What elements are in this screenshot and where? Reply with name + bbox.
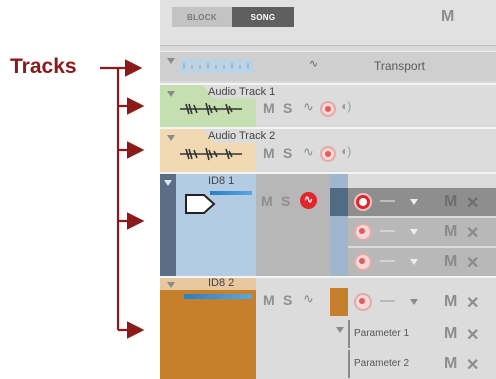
lane-dash: — [380,252,395,269]
solo-button[interactable]: S [283,145,292,161]
lane-mute-button[interactable]: M [444,223,457,241]
lane-mute-button[interactable]: M [444,293,457,311]
parameter-name: Parameter 2 [354,358,410,369]
expand-triangle-icon[interactable] [167,135,175,141]
parameter-name: Parameter 1 [354,328,410,339]
id8-track-1[interactable]: ID8 1 M S ∿ — M ✕ — M ✕ — M ✕ [160,172,496,276]
expand-triangle-icon[interactable] [167,282,175,288]
automation-icon[interactable]: ∿ [309,57,318,70]
dropdown-icon[interactable] [410,229,418,235]
mute-button[interactable]: M [263,100,275,116]
audio-track-2[interactable]: Audio Track 2 M S ∿ ◖) [160,127,496,172]
lane-dash: — [380,192,395,209]
lane-gutter-top [330,188,348,216]
expand-triangle-icon[interactable] [336,327,344,333]
level-meter [184,294,252,299]
automation-icon[interactable]: ∿ [303,99,314,115]
close-icon[interactable]: ✕ [466,293,479,313]
transport-track[interactable]: ∿ Transport [160,51,496,81]
automation-active-icon[interactable]: ∿ [300,192,317,209]
transport-name: Transport [374,59,425,73]
close-icon[interactable]: ✕ [466,325,479,345]
record-icon[interactable] [354,293,372,311]
waveform-icon [180,147,242,161]
lane-dash: — [380,292,395,309]
automation-icon[interactable]: ∿ [303,291,314,307]
instrument-lane[interactable]: — M ✕ [348,288,496,316]
instrument-lane[interactable]: — M ✕ [348,248,496,276]
song-mode-button[interactable]: SONG [232,7,294,27]
solo-button[interactable]: S [281,193,290,209]
lane-mute-button[interactable]: M [444,325,457,343]
instrument-lane[interactable]: — M ✕ [348,218,496,246]
id8-track-2[interactable]: ID8 2 M S ∿ — M ✕ Parameter 1 M ✕ Parame… [160,276,496,379]
waveform-icon [180,102,242,116]
arrange-toolbar: BLOCK SONG M [160,0,496,46]
lane-mute-button[interactable]: M [444,193,457,211]
track-name: Audio Track 1 [208,86,276,98]
parameter-lane[interactable]: Parameter 2 M ✕ [348,350,496,378]
track-name: ID8 2 [208,277,235,289]
mute-button[interactable]: M [261,193,273,209]
mute-button[interactable]: M [263,292,275,308]
solo-button[interactable]: S [283,292,292,308]
callout-arrows [100,59,145,339]
speaker-icon[interactable]: ◖) [340,99,351,113]
record-icon[interactable] [354,223,372,241]
mute-button[interactable]: M [263,145,275,161]
close-icon[interactable]: ✕ [466,253,479,273]
solo-button[interactable]: S [283,100,292,116]
lane-dash: — [380,222,395,239]
track-list-panel: BLOCK SONG M ∿ Transport Audio Track 1 M… [160,0,496,379]
track-name: ID8 1 [208,175,235,187]
expand-triangle-icon[interactable] [167,91,175,97]
block-mode-button[interactable]: BLOCK [172,7,232,27]
instrument-plug-icon[interactable] [184,193,216,215]
dropdown-icon[interactable] [410,299,418,305]
close-icon[interactable]: ✕ [466,193,479,213]
transport-ruler-ticks [183,63,249,69]
instrument-area [256,174,330,276]
record-icon[interactable] [354,253,372,271]
audio-track-1[interactable]: Audio Track 1 M S ∿ ◖) [160,83,496,127]
close-icon[interactable]: ✕ [466,355,479,375]
track-name: Audio Track 2 [208,130,276,142]
dropdown-icon[interactable] [410,199,418,205]
record-icon[interactable] [320,101,336,117]
expand-triangle-icon[interactable] [164,180,172,186]
lane-mute-button[interactable]: M [444,355,457,373]
record-active-icon[interactable] [354,193,372,211]
automation-icon[interactable]: ∿ [303,144,314,160]
track-edge-strip [160,174,176,276]
record-icon[interactable] [320,146,336,162]
instrument-lane[interactable]: — M ✕ [348,188,496,216]
lane-mute-button[interactable]: M [444,253,457,271]
speaker-icon[interactable]: ◖) [340,144,351,158]
expand-triangle-icon[interactable] [167,58,175,64]
lane-gutter [330,288,348,316]
parameter-lane[interactable]: Parameter 1 M ✕ [348,320,496,348]
level-meter [210,191,252,195]
dropdown-icon[interactable] [410,259,418,265]
master-mute-button[interactable]: M [441,8,454,26]
close-icon[interactable]: ✕ [466,223,479,243]
